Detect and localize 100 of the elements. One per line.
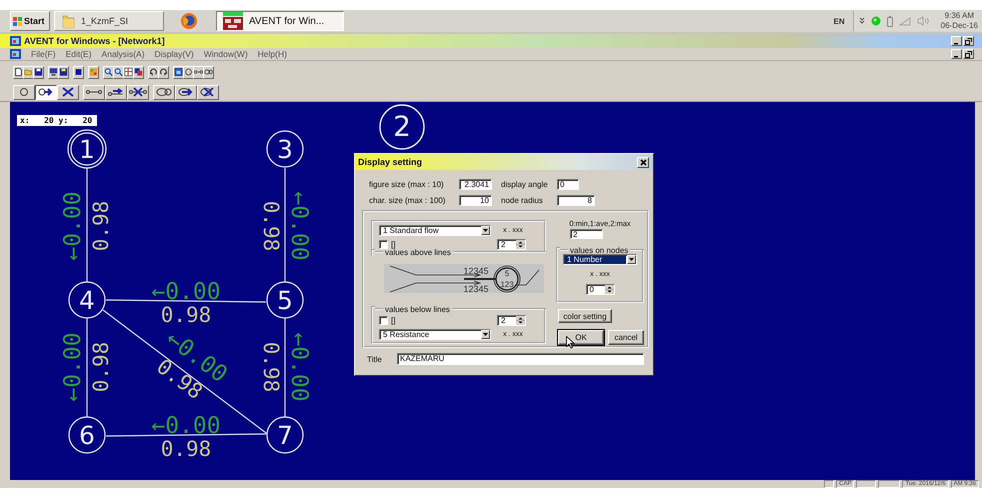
dialog-button[interactable]: OK [558, 330, 604, 345]
checkbox-label: [] [391, 316, 396, 325]
pipe-line[interactable] [106, 433, 266, 437]
number-field[interactable]: 2 [570, 229, 603, 239]
redo-icon [159, 67, 168, 77]
node-label: 7 [277, 421, 293, 450]
minimize-button[interactable] [951, 49, 962, 59]
taskbar-button[interactable]: AVENT for Win... [216, 11, 344, 31]
toolbar-button[interactable] [148, 66, 159, 78]
status-panel [856, 480, 876, 488]
field-label: figure size (max : 10) [369, 180, 445, 188]
preview-label: 12345 [463, 284, 489, 293]
taskbar-button[interactable]: 1_KzmF_SI [54, 11, 164, 31]
node-label: 3 [277, 135, 293, 164]
checkbox[interactable] [379, 316, 388, 325]
toolbar-button[interactable] [193, 66, 204, 78]
restore-icon [965, 38, 972, 44]
checkbox-label: [] [391, 240, 396, 249]
toolbar-button[interactable] [13, 66, 24, 78]
app-icon [10, 36, 21, 46]
toolbar-button[interactable] [123, 66, 134, 78]
start-button[interactable]: Start [10, 11, 50, 31]
value-dropdown[interactable]: 5 Resistance [379, 329, 491, 340]
title-field[interactable]: KAZEMARU [397, 353, 644, 365]
number-field[interactable]: 8 [557, 194, 595, 206]
toolbar-button[interactable] [203, 66, 214, 78]
spin-arrows-icon [516, 316, 525, 325]
toolbar-button[interactable] [133, 66, 144, 78]
number-field[interactable]: 0 [557, 178, 579, 190]
windows-icon [134, 67, 143, 77]
window-icon [174, 67, 183, 77]
toolbar-button[interactable] [103, 66, 114, 78]
toolbar-button[interactable] [113, 66, 124, 78]
caret-icon [629, 258, 634, 261]
node-circle[interactable] [266, 281, 304, 319]
minimize-button[interactable] [951, 36, 962, 46]
zoom-in-icon [104, 67, 113, 77]
menu-item[interactable]: Analysis(A) [102, 49, 145, 59]
speaker-icon [916, 16, 929, 26]
digits-spinner[interactable]: 0 [586, 284, 614, 295]
browser-icon [180, 12, 198, 30]
toolbar-button[interactable] [173, 66, 184, 78]
toolbar-button[interactable] [33, 66, 44, 78]
pipe-line[interactable] [284, 168, 286, 282]
resistance-label: 0.98 [160, 437, 212, 461]
pipe-line[interactable] [86, 168, 88, 282]
value-dropdown[interactable]: 1 Standard flow [379, 225, 491, 236]
pipe-line[interactable] [284, 318, 286, 417]
menu-item[interactable]: File(F) [31, 49, 56, 59]
language-indicator[interactable]: EN [834, 16, 845, 26]
floppy-icon [59, 67, 68, 77]
app-icon [10, 49, 21, 59]
number-field[interactable]: 10 [459, 194, 492, 206]
dialog-button[interactable]: cancel [608, 330, 644, 345]
node-circle[interactable] [266, 416, 304, 454]
mode-button[interactable] [35, 84, 57, 100]
chain-icon [155, 86, 173, 98]
restore-icon [965, 50, 972, 58]
menu-item[interactable]: Window(W) [204, 49, 248, 59]
resistance-label: 0.98 [259, 342, 283, 392]
menu-item[interactable]: Help(H) [258, 49, 287, 59]
circle-icon [184, 67, 193, 77]
color-setting-button[interactable]: color setting [558, 309, 612, 323]
value-dropdown[interactable]: 1 Number [563, 254, 637, 265]
toolbar-button[interactable] [183, 66, 194, 78]
arrow-icon [37, 86, 55, 98]
checkbox[interactable] [379, 240, 388, 249]
node-circle[interactable] [68, 281, 106, 319]
number-field[interactable]: 2.3041 [459, 178, 492, 190]
status-panel [878, 480, 900, 488]
node-label: 2 [393, 110, 411, 143]
taskbar-button[interactable] [178, 11, 200, 31]
node-label: 6 [79, 421, 95, 450]
toolbar-button[interactable] [158, 66, 169, 78]
node-circle[interactable] [68, 416, 106, 454]
zoom-out-icon [114, 67, 123, 77]
toolbar-button[interactable] [73, 66, 84, 78]
dialog-title: Display setting [358, 157, 422, 167]
pipe-line[interactable] [86, 318, 88, 417]
clock-date: 06-Dec-16 [940, 21, 978, 31]
link-arrow-icon [107, 86, 125, 98]
node-circle[interactable] [67, 129, 107, 169]
restore-button[interactable] [963, 49, 974, 59]
menu-item[interactable]: Edit(E) [66, 49, 92, 59]
toolbar-button[interactable] [48, 66, 59, 78]
close-button[interactable] [637, 156, 649, 168]
chain-arrow-icon [177, 86, 195, 98]
menu-item[interactable]: Display(V) [154, 49, 194, 59]
restore-button[interactable] [963, 36, 974, 46]
battery-icon [886, 16, 893, 26]
preview-label: 5 [504, 269, 510, 278]
toolbar-button[interactable] [58, 66, 69, 78]
pipe-line[interactable] [106, 299, 266, 303]
digits-spinner[interactable]: 2 [497, 315, 526, 326]
digits-spinner[interactable]: 2 [497, 239, 526, 250]
network-canvas[interactable] [10, 102, 975, 480]
monitor-icon [49, 67, 58, 77]
chain-icon [204, 67, 213, 77]
node-circle[interactable] [379, 104, 425, 150]
node-circle[interactable] [266, 130, 304, 168]
